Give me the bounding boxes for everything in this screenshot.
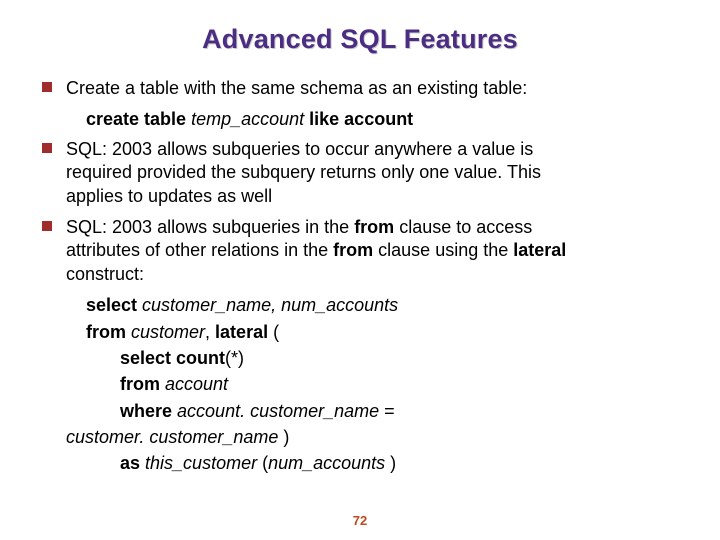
code-kw: like account (304, 109, 413, 129)
code-line-2: from customer, lateral ( (40, 321, 680, 344)
it: account. customer_name (177, 401, 379, 421)
txt: ) (385, 453, 396, 473)
bullet-2-line2: required provided the subquery returns o… (66, 162, 541, 182)
bullet-3-line1c: clause to access (394, 217, 532, 237)
it: num_accounts (268, 453, 385, 473)
code-kw: create table (86, 109, 191, 129)
kw: from (86, 322, 131, 342)
it: customer (131, 322, 205, 342)
kw: from (120, 374, 165, 394)
kw: as (120, 453, 145, 473)
bullet-2-line1: SQL: 2003 allows subqueries to occur any… (66, 139, 533, 159)
bullet-3-line2c: clause using the (373, 240, 513, 260)
txt: (*) (225, 348, 244, 368)
kw: select (86, 295, 142, 315)
bullet-3-kw: lateral (513, 240, 566, 260)
txt: , (205, 322, 215, 342)
bullet-1: Create a table with the same schema as a… (40, 77, 680, 100)
code-line-3: select count(*) (40, 347, 680, 370)
kw: where (120, 401, 177, 421)
slide: Advanced SQL Features Create a table wit… (0, 0, 720, 540)
bullet-square-icon (42, 221, 52, 231)
kw: lateral (215, 322, 268, 342)
bullet-3-kw: from (333, 240, 373, 260)
txt: ) (278, 427, 289, 447)
txt: ( (257, 453, 268, 473)
kw: select count (120, 348, 225, 368)
it: account (165, 374, 228, 394)
code-line-7: as this_customer (num_accounts ) (40, 452, 680, 475)
bullet-2: SQL: 2003 allows subqueries to occur any… (40, 138, 680, 208)
txt: ( (268, 322, 279, 342)
it: customer_name, num_accounts (142, 295, 398, 315)
code-line-4: from account (40, 373, 680, 396)
slide-title: Advanced SQL Features (40, 24, 680, 55)
txt: = (379, 401, 395, 421)
bullet-3-line3: construct: (66, 264, 144, 284)
bullet-square-icon (42, 143, 52, 153)
bullet-list: Create a table with the same schema as a… (40, 77, 680, 476)
bullet-1-code: create table temp_account like account (40, 108, 680, 131)
code-line-1: select customer_name, num_accounts (40, 294, 680, 317)
bullet-3: SQL: 2003 allows subqueries in the from … (40, 216, 680, 286)
it: customer. customer_name (66, 427, 278, 447)
code-it: temp_account (191, 109, 304, 129)
it: this_customer (145, 453, 257, 473)
code-line-5: where account. customer_name = (40, 400, 680, 423)
bullet-2-line3: applies to updates as well (66, 186, 272, 206)
bullet-square-icon (42, 82, 52, 92)
bullet-3-line2a: attributes of other relations in the (66, 240, 333, 260)
code-line-6: customer. customer_name ) (40, 426, 680, 449)
bullet-3-kw: from (354, 217, 394, 237)
page-number: 72 (0, 513, 720, 528)
bullet-1-text: Create a table with the same schema as a… (66, 78, 527, 98)
bullet-3-line1a: SQL: 2003 allows subqueries in the (66, 217, 354, 237)
